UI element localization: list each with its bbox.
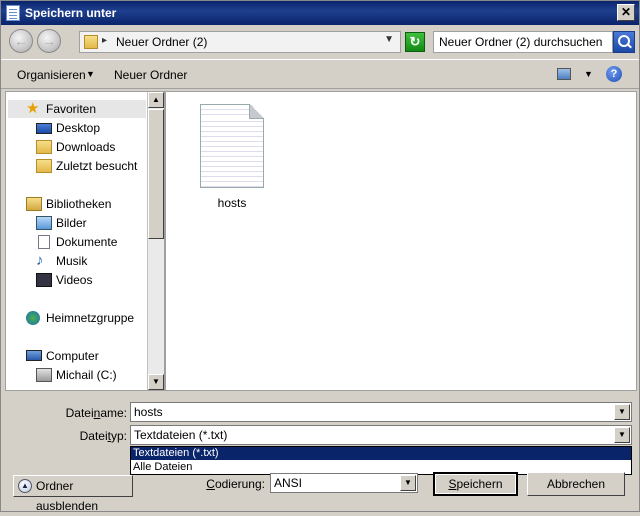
- file-list[interactable]: hosts: [165, 91, 637, 391]
- chevron-down-icon[interactable]: ▼: [584, 69, 593, 79]
- title-bar[interactable]: Speichern unter ✕: [1, 1, 639, 25]
- filetype-dropdown-button[interactable]: ▼: [614, 427, 630, 443]
- chevron-up-icon: ▲: [18, 479, 32, 493]
- folder-tree: ★ Favoriten Desktop Downloads Zuletzt be…: [6, 92, 146, 390]
- sidebar-item-label: Zuletzt besucht: [56, 159, 138, 173]
- scroll-down-button[interactable]: ▼: [148, 374, 164, 390]
- sidebar-item-label: Downloads: [56, 140, 116, 154]
- help-icon[interactable]: ?: [606, 66, 622, 82]
- drive-icon: [36, 368, 52, 382]
- hide-folders-label: Ordner ausblenden: [36, 479, 99, 513]
- address-bar[interactable]: ▸ Neuer Ordner (2) ▼: [79, 31, 401, 53]
- save-as-dialog: Speichern unter ✕ ← → ▸ Neuer Ordner (2)…: [0, 0, 640, 513]
- new-folder-button[interactable]: Neuer Ordner: [114, 68, 187, 82]
- breadcrumb-arrow-icon[interactable]: ▸: [102, 35, 107, 46]
- breadcrumb[interactable]: Neuer Ordner (2): [116, 35, 207, 49]
- encoding-value: ANSI: [274, 476, 303, 490]
- organize-button[interactable]: Organisieren: [17, 68, 86, 82]
- libraries-icon: [26, 197, 42, 211]
- chevron-down-icon[interactable]: ▼: [86, 69, 95, 79]
- notepad-icon: [6, 5, 20, 21]
- sidebar-item-label: Bibliotheken: [46, 197, 112, 211]
- close-button[interactable]: ✕: [617, 4, 635, 21]
- vertical-scrollbar[interactable]: ▲ ▼: [147, 92, 164, 390]
- sidebar-item-label: Computer: [46, 349, 99, 363]
- scroll-thumb[interactable]: [148, 109, 164, 239]
- view-icon[interactable]: [557, 68, 571, 80]
- pictures-icon: [36, 216, 52, 230]
- encoding-label: Codierung:: [206, 477, 265, 491]
- star-icon: ★: [26, 100, 40, 117]
- computer-icon: [26, 350, 42, 361]
- list-item[interactable]: hosts: [196, 104, 268, 210]
- sidebar-item-label: Musik: [56, 254, 88, 268]
- window-title: Speichern unter: [25, 6, 117, 20]
- homegroup-icon: [26, 311, 40, 325]
- text-file-icon: [200, 104, 264, 188]
- file-name: hosts: [217, 196, 247, 210]
- recent-places-icon: [36, 159, 52, 173]
- refresh-button[interactable]: ↻: [405, 32, 425, 52]
- desktop-icon: [36, 123, 52, 134]
- filename-dropdown-button[interactable]: ▼: [614, 404, 630, 420]
- sidebar-item-label: Heimnetzgruppe: [46, 311, 135, 325]
- navigation-bar: ← → ▸ Neuer Ordner (2) ▼ ↻ Neuer Ordner …: [1, 25, 639, 59]
- chevron-down-icon[interactable]: ▼: [384, 34, 394, 45]
- search-input[interactable]: Neuer Ordner (2) durchsuchen: [433, 31, 613, 53]
- hide-folders-button[interactable]: ▲ Ordner ausblenden: [13, 475, 133, 513]
- filename-field[interactable]: hosts ▼: [130, 402, 632, 422]
- back-button[interactable]: ←: [9, 29, 33, 53]
- encoding-dropdown-button[interactable]: ▼: [400, 475, 416, 491]
- sidebar-item-label: Dokumente: [56, 235, 118, 249]
- filetype-option-txt[interactable]: Textdateien (*.txt): [131, 447, 631, 460]
- command-bar: Organisieren ▼ Neuer Ordner ▼ ?: [1, 59, 639, 89]
- forward-button[interactable]: →: [37, 29, 61, 53]
- sidebar-item-label: Videos: [56, 273, 93, 287]
- downloads-folder-icon: [36, 140, 52, 154]
- navigation-pane: ★ Favoriten Desktop Downloads Zuletzt be…: [5, 91, 165, 391]
- documents-icon: [38, 235, 50, 249]
- filename-label: Dateiname:: [65, 406, 127, 420]
- sidebar-item-label: Favoriten: [46, 102, 97, 116]
- music-icon: ♪: [36, 252, 44, 269]
- filetype-options-list: Textdateien (*.txt) Alle Dateien: [130, 446, 632, 475]
- folder-icon: [84, 35, 98, 49]
- filetype-select[interactable]: Textdateien (*.txt) ▼: [130, 425, 632, 445]
- search-icon[interactable]: [613, 31, 635, 53]
- sidebar-item-label: Desktop: [56, 121, 101, 135]
- filetype-label: Dateityp:: [79, 429, 127, 443]
- scroll-up-button[interactable]: ▲: [148, 92, 164, 108]
- encoding-select[interactable]: ANSI ▼: [270, 473, 418, 493]
- sidebar-item-label: Michail (C:): [56, 368, 117, 382]
- videos-icon: [36, 273, 52, 287]
- filetype-value: Textdateien (*.txt): [134, 428, 228, 442]
- cancel-button[interactable]: Abbrechen: [527, 472, 625, 496]
- sidebar-item-favoriten[interactable]: ★ Favoriten: [8, 100, 146, 118]
- sidebar-item-label: Bilder: [56, 216, 87, 230]
- filename-value: hosts: [134, 405, 163, 419]
- save-button[interactable]: Speichern: [433, 472, 518, 496]
